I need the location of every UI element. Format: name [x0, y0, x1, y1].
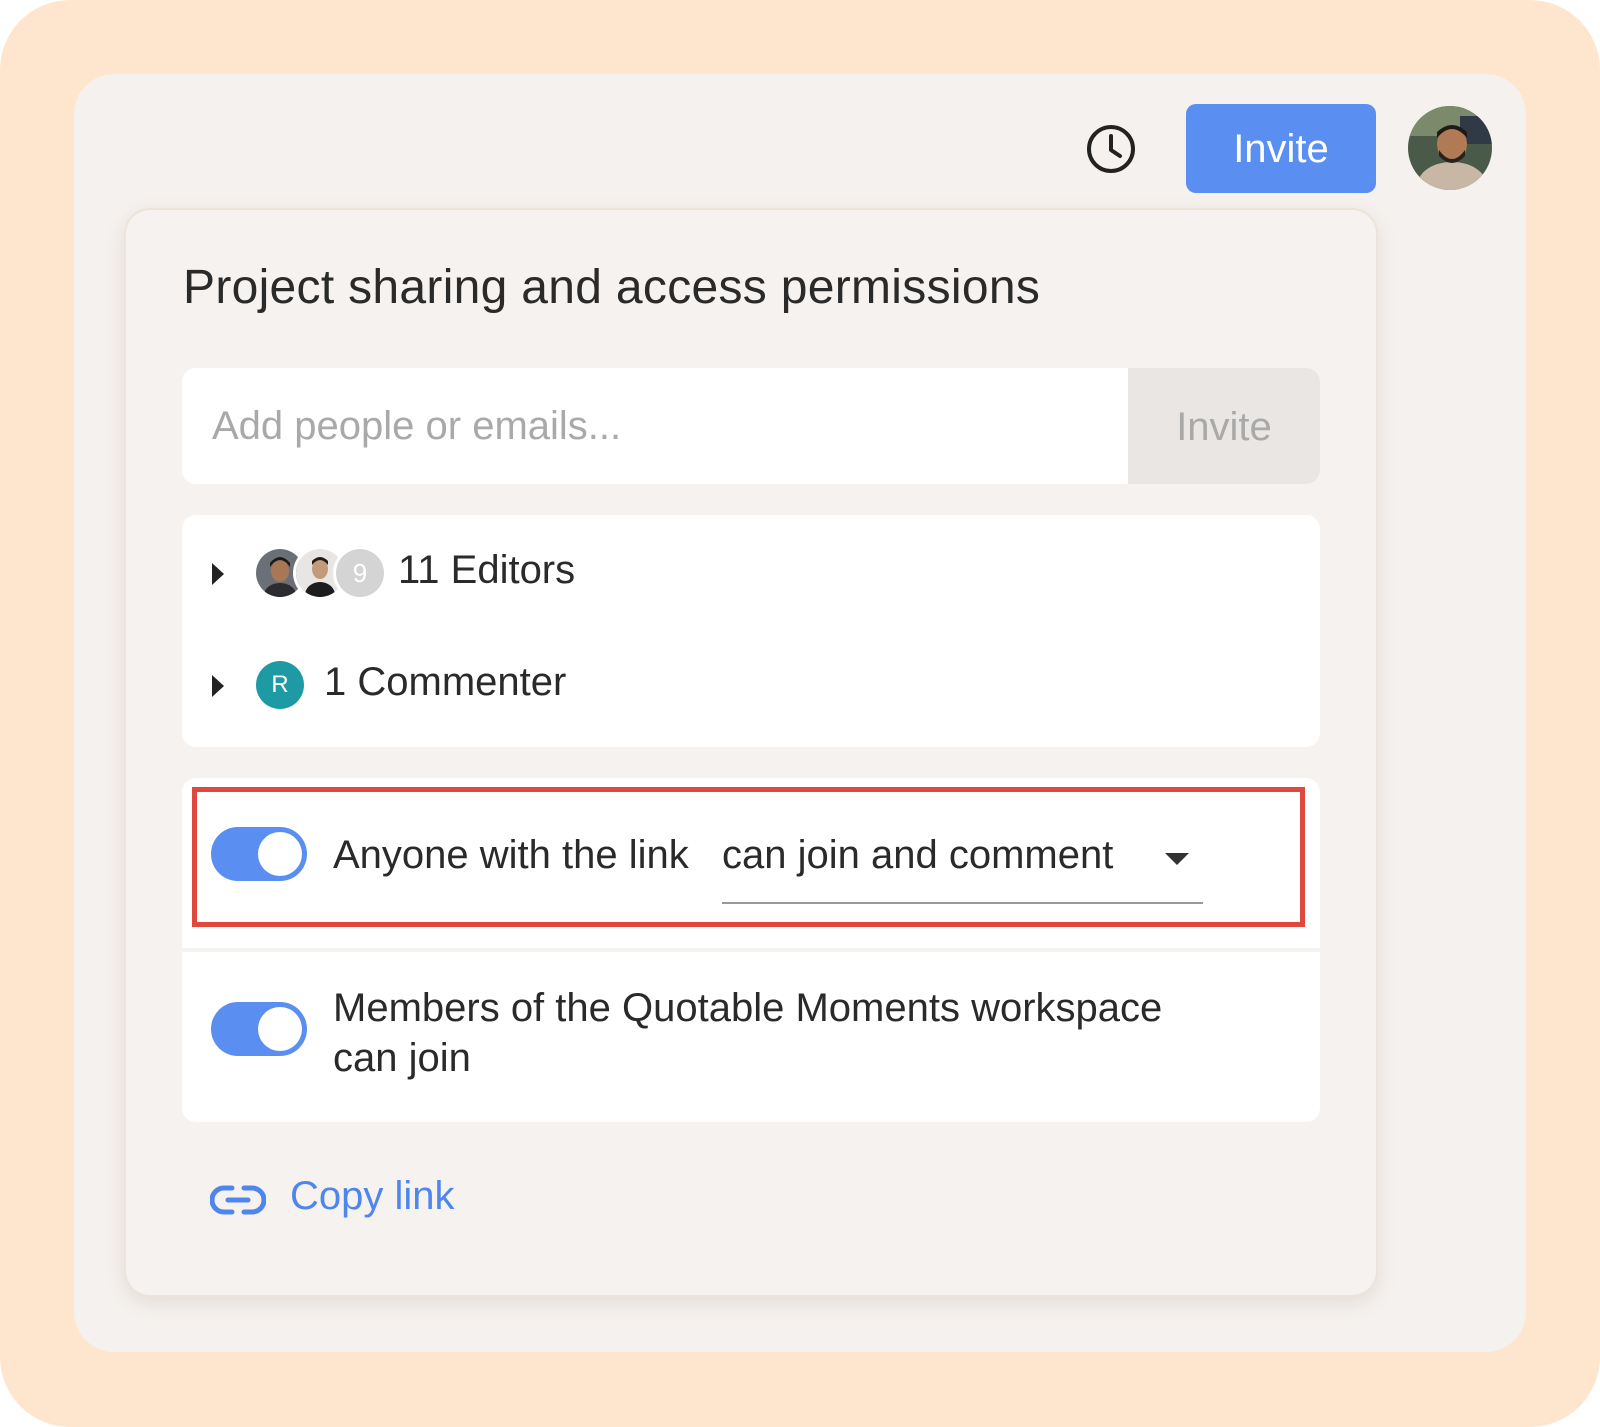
editors-row[interactable]: 9 11 Editors: [182, 528, 1320, 618]
commenter-avatar: R: [256, 661, 304, 709]
workspace-access-option: Members of the Quotable Moments workspac…: [182, 952, 1320, 1122]
editor-avatars: 9: [256, 545, 386, 601]
invite-button[interactable]: Invite: [1186, 104, 1376, 193]
workspace-access-toggle[interactable]: [211, 1002, 307, 1056]
user-avatar[interactable]: [1408, 106, 1492, 190]
expand-caret-icon[interactable]: [212, 563, 224, 585]
user-avatar-image: [1408, 106, 1492, 190]
extra-editors-count: 9: [336, 549, 384, 597]
dialog-invite-button[interactable]: Invite: [1128, 368, 1320, 484]
highlight-box: [192, 787, 1305, 927]
invite-row: Invite: [182, 368, 1320, 484]
history-icon[interactable]: [1085, 123, 1137, 175]
toggle-knob: [258, 1007, 302, 1051]
workspace-access-text-line2: can join: [333, 1036, 471, 1080]
outer-frame: Invite Project sharing and access permis…: [0, 0, 1600, 1427]
expand-caret-icon[interactable]: [212, 675, 224, 697]
editors-label: 11 Editors: [398, 548, 576, 592]
commenters-row[interactable]: R 1 Commenter: [182, 640, 1320, 730]
commenters-label: 1 Commenter: [324, 660, 567, 704]
members-list: 9 11 Editors R 1 Commenter: [182, 515, 1320, 747]
link-icon: [210, 1185, 266, 1215]
people-email-input[interactable]: [182, 368, 1128, 484]
sharing-dialog: Project sharing and access permissions I…: [126, 210, 1376, 1295]
copy-link-label: Copy link: [290, 1174, 455, 1218]
dialog-title: Project sharing and access permissions: [183, 261, 1041, 314]
workspace-access-text-line1: Members of the Quotable Moments workspac…: [333, 986, 1163, 1030]
